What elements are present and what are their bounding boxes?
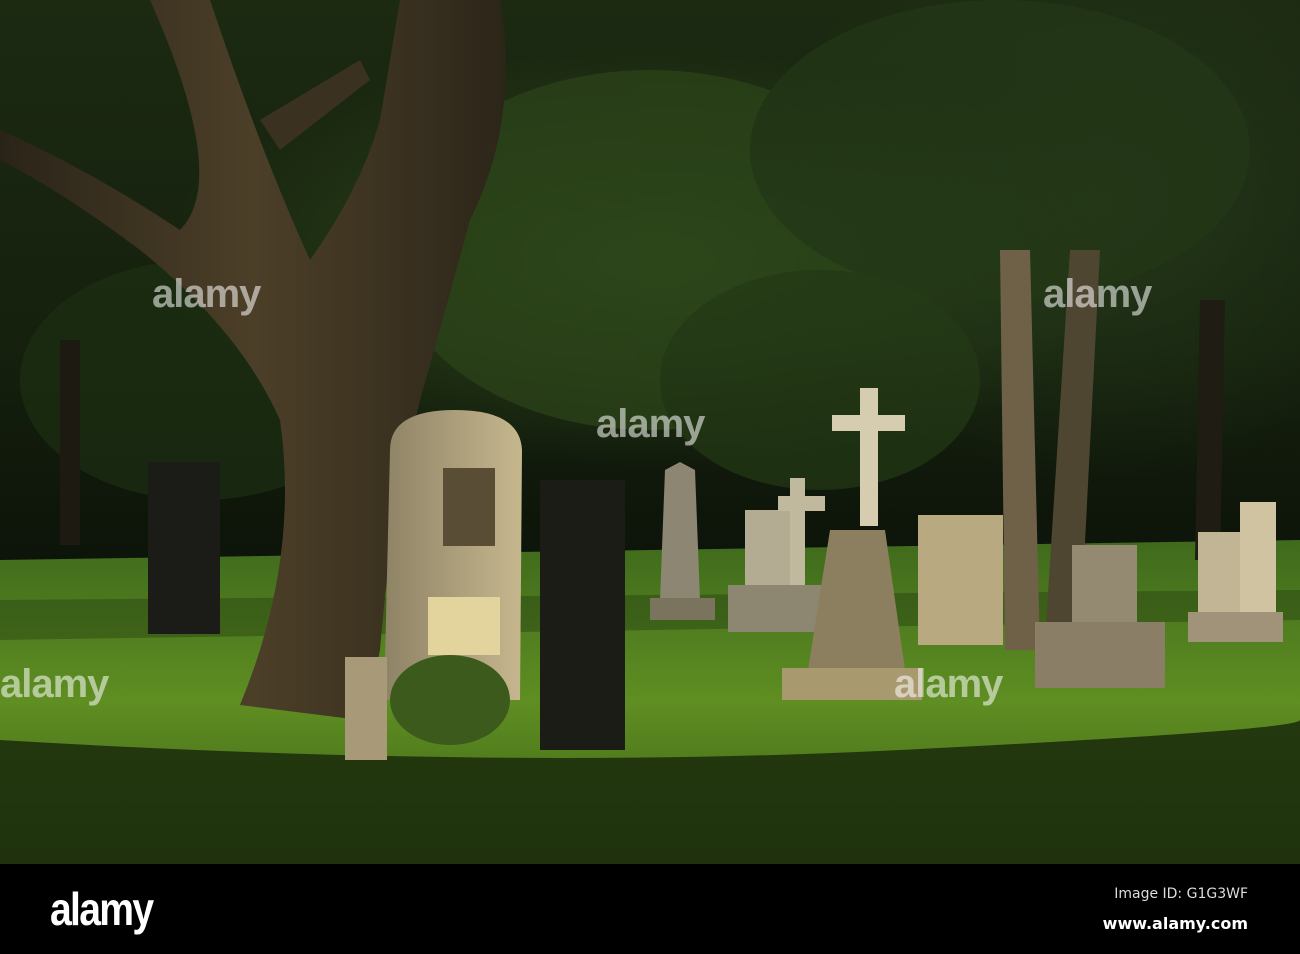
cemetery-photo: alamy alamy alamy alamy alamy xyxy=(0,0,1300,864)
watermark: alamy xyxy=(152,272,261,316)
footer-bar: alamy Image ID: G1G3WF www.alamy.com xyxy=(0,864,1300,954)
watermark: alamy xyxy=(0,662,109,706)
watermark: alamy xyxy=(596,402,705,446)
ivy-plant xyxy=(390,655,510,745)
image-id: Image ID: G1G3WF xyxy=(1114,886,1248,902)
alamy-logo: alamy xyxy=(50,883,154,935)
site-url: www.alamy.com xyxy=(1102,914,1248,933)
tree-right xyxy=(1000,250,1040,650)
watermark: alamy xyxy=(894,662,1003,706)
watermark: alamy xyxy=(1043,272,1152,316)
